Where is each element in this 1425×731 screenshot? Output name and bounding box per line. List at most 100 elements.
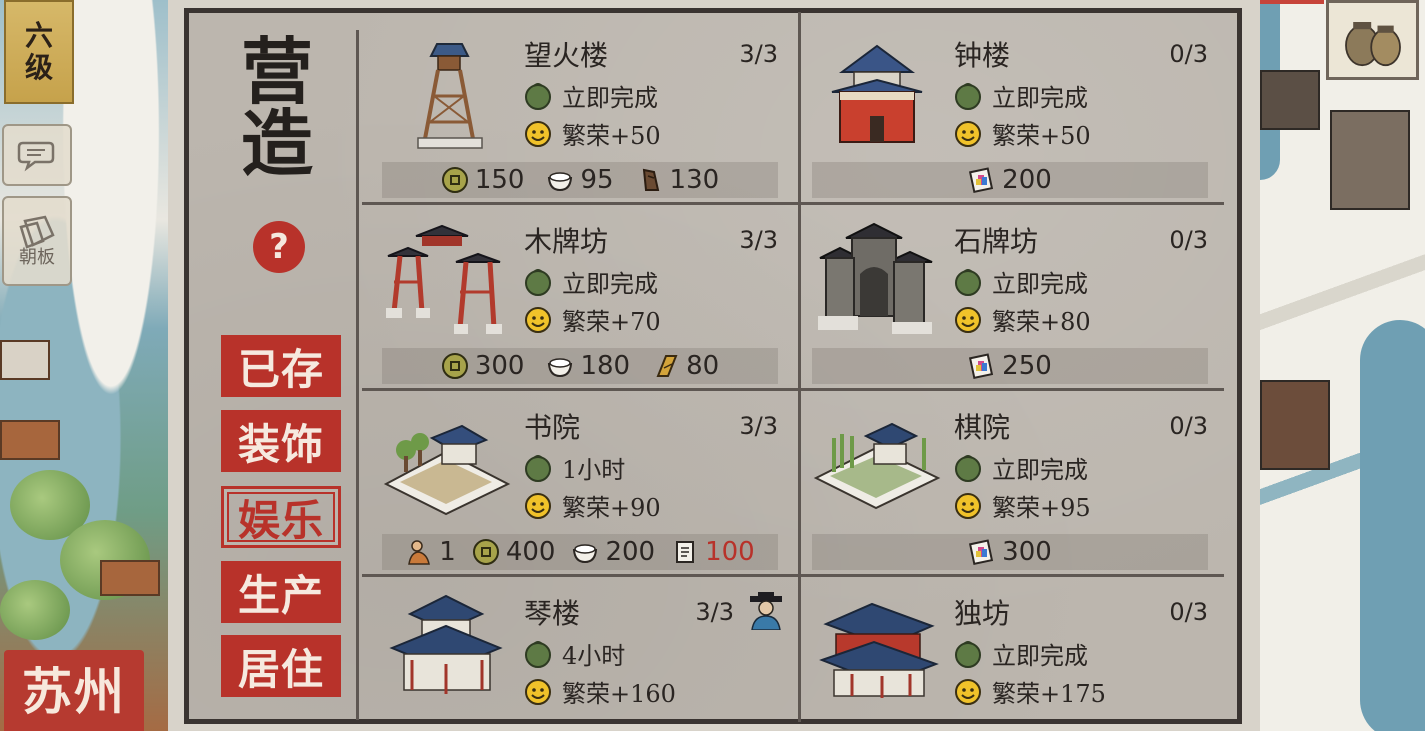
building-name: 木牌坊	[524, 225, 609, 258]
cost-bar: 200	[812, 162, 1208, 198]
building-card-solo-workshop[interactable]: 独坊 0/3 立即完成 繁荣+175	[792, 574, 1228, 722]
chat-icon	[17, 141, 55, 172]
prosperity-icon	[525, 678, 551, 705]
building-card-watchtower[interactable]: 望火楼 3/3 立即完成 繁荣+50 150 95 130	[362, 16, 798, 202]
cost-coin: 300	[441, 351, 525, 381]
coin-icon	[441, 353, 468, 379]
court-tablet-button[interactable]: 朝板	[2, 196, 72, 286]
cost-ticket: 250	[968, 351, 1052, 381]
time-icon	[955, 82, 981, 110]
cost-value: 300	[1002, 537, 1052, 567]
house-roof-decor	[0, 340, 50, 380]
cost-bar: 1 400 200 100	[382, 534, 778, 570]
house-roof-decor	[0, 420, 60, 460]
building-card-music-pavilion[interactable]: 琴楼 3/3 4小时 繁荣+160	[362, 574, 798, 722]
time-icon	[525, 268, 551, 296]
prosperity-value: 繁荣+90	[562, 494, 661, 522]
rice-bowl-icon	[548, 172, 573, 192]
cost-value: 1	[439, 537, 456, 567]
prosperity-icon	[525, 306, 551, 333]
building-count: 3/3	[695, 598, 734, 626]
prosperity-icon	[955, 120, 981, 147]
academy-image	[383, 424, 511, 516]
stone-archway-image	[818, 222, 933, 334]
cost-value: 200	[1002, 165, 1052, 195]
building-count: 3/3	[739, 226, 778, 254]
cost-value: 300	[474, 351, 525, 381]
cost-wood: 130	[636, 165, 720, 195]
build-time: 4小时	[562, 642, 626, 670]
category-tab-entertainment[interactable]: 娱乐	[221, 486, 341, 548]
building-name: 琴楼	[524, 597, 581, 630]
map-background-left	[0, 0, 185, 731]
build-time: 立即完成	[992, 270, 1088, 298]
wood-icon	[642, 168, 659, 191]
scroll-icon	[676, 541, 695, 563]
house-decor	[1260, 70, 1320, 130]
cost-value: 130	[669, 165, 720, 195]
category-tab-production[interactable]: 生产	[221, 561, 341, 623]
category-tab-decoration[interactable]: 装饰	[221, 410, 341, 472]
rice-bowl-icon	[573, 544, 598, 564]
cost-value: 250	[1002, 351, 1052, 381]
bell-tower-image	[831, 44, 923, 143]
chat-button[interactable]	[2, 124, 72, 186]
category-tab-residence[interactable]: 居住	[221, 635, 341, 697]
building-name: 钟楼	[954, 39, 1011, 72]
prosperity-icon	[955, 306, 981, 333]
storage-button[interactable]	[1326, 0, 1419, 80]
build-time: 立即完成	[992, 456, 1088, 484]
cost-value: 400	[505, 537, 556, 567]
prosperity-icon	[955, 492, 981, 519]
map-background-right	[1250, 0, 1425, 731]
court-tablet-label: 朝板	[19, 247, 55, 268]
prosperity-value: 繁荣+160	[562, 680, 676, 708]
building-card-academy[interactable]: 书院 3/3 1小时 繁荣+90 1 400 200 100	[362, 388, 798, 574]
building-count: 0/3	[1169, 412, 1208, 440]
prosperity-value: 繁荣+50	[992, 122, 1091, 150]
cost-rice: 95	[546, 165, 614, 195]
coin-icon	[441, 167, 468, 193]
build-time: 立即完成	[992, 642, 1088, 670]
cost-rice: 180	[546, 351, 630, 381]
cost-coin: 400	[472, 537, 556, 567]
time-icon	[525, 640, 551, 668]
building-grid: 望火楼 3/3 立即完成 繁荣+50 150 95 130 钟楼 0/3 立即完…	[362, 12, 1224, 722]
prosperity-value: 繁荣+80	[992, 308, 1091, 336]
level-badge: 六 级	[4, 0, 74, 104]
building-name: 望火楼	[524, 39, 609, 72]
building-count: 0/3	[1169, 598, 1208, 626]
time-icon	[955, 268, 981, 296]
build-time: 1小时	[562, 456, 626, 484]
level-text-2: 级	[24, 51, 53, 84]
time-icon	[525, 454, 551, 482]
building-count: 3/3	[739, 412, 778, 440]
building-name: 石牌坊	[954, 225, 1039, 258]
cost-bar: 150 95 130	[382, 162, 778, 198]
plank-icon	[656, 355, 678, 377]
level-text-1: 六	[24, 18, 53, 52]
building-card-bell-tower[interactable]: 钟楼 0/3 立即完成 繁荣+50 200	[792, 16, 1228, 202]
building-card-wooden-archway[interactable]: 木牌坊 3/3 立即完成 繁荣+70 300 180 80	[362, 202, 798, 388]
building-card-stone-archway[interactable]: 石牌坊 0/3 立即完成 繁荣+80 250	[792, 202, 1228, 388]
cost-value: 150	[474, 165, 525, 195]
official-icon	[750, 592, 782, 630]
city-name-stamp[interactable]: 苏州	[4, 650, 144, 731]
building-count: 3/3	[739, 40, 778, 68]
chess-academy-image	[813, 422, 941, 510]
house-roof-decor	[100, 560, 160, 596]
ticket-icon	[969, 353, 994, 380]
house-decor	[1330, 110, 1410, 210]
coin-icon	[472, 539, 499, 565]
worker-icon	[408, 540, 431, 565]
help-button[interactable]: ?	[253, 221, 305, 273]
ticket-icon	[969, 167, 994, 194]
cost-rice: 200	[571, 537, 655, 567]
tree-decor	[0, 580, 70, 640]
cost-bar: 300 180 80	[382, 348, 778, 384]
building-card-chess-academy[interactable]: 棋院 0/3 立即完成 繁荣+95 300	[792, 388, 1228, 574]
building-count: 0/3	[1169, 40, 1208, 68]
cost-value: 100	[705, 537, 755, 567]
cost-value: 80	[686, 351, 720, 381]
category-tab-stored[interactable]: 已存	[221, 335, 341, 397]
